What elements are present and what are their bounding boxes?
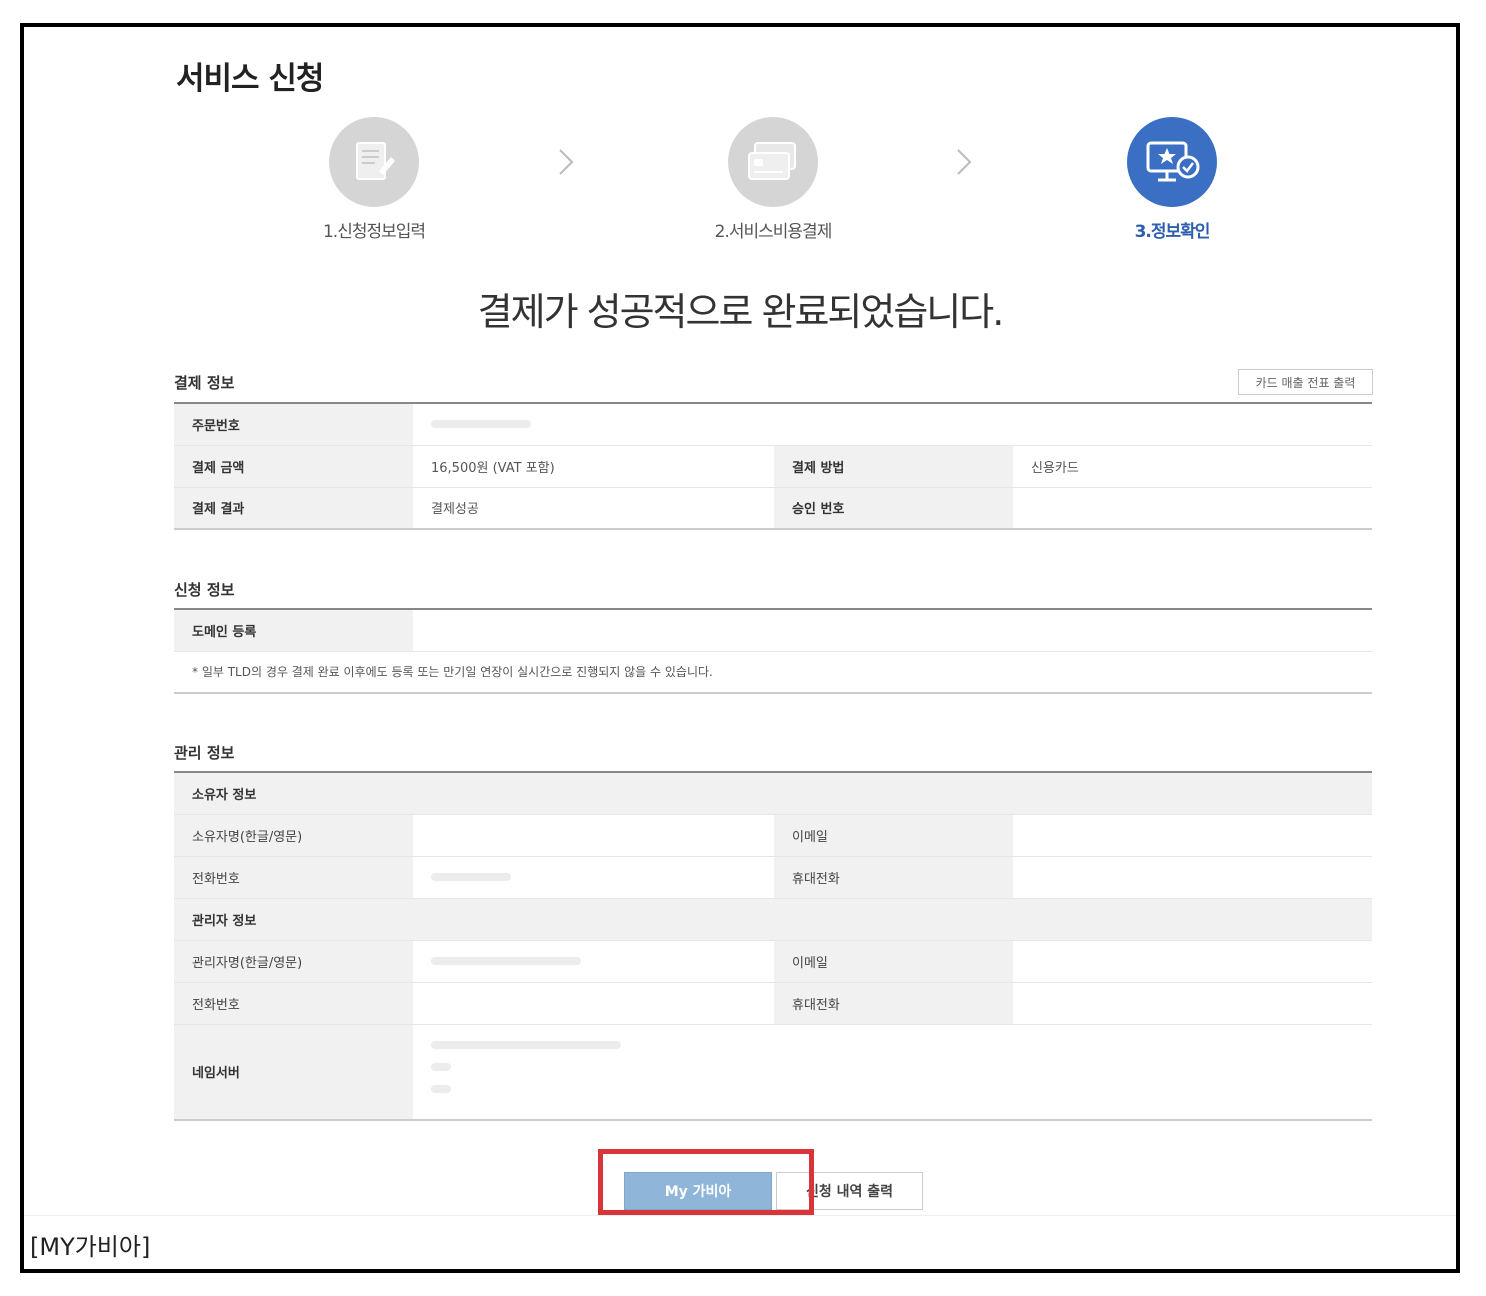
divider (24, 1215, 1456, 1216)
admin-phone-value (413, 982, 774, 1025)
admin-phone-label: 전화번호 (174, 982, 413, 1025)
result-value: 결제성공 (413, 487, 774, 530)
admin-mobile-value (1013, 982, 1372, 1025)
table-row: 결제 결과 결제성공 승인 번호 (174, 487, 1372, 530)
owner-name-value (413, 814, 774, 857)
payment-info-title: 결제 정보 (174, 374, 235, 392)
admin-name-value (413, 940, 774, 983)
admin-email-label: 이메일 (774, 940, 1013, 983)
owner-mobile-label: 휴대전화 (774, 856, 1013, 899)
method-label: 결제 방법 (774, 445, 1013, 488)
redacted-value (431, 1040, 621, 1049)
step-3: 3.정보확인 (1072, 117, 1272, 242)
redacted-value (431, 1084, 451, 1093)
step-2-label: 2.서비스비용결제 (714, 222, 833, 242)
management-info-table: 소유자 정보 소유자명(한글/영문) 이메일 전화번호 휴대전화 관리자 정보 … (174, 771, 1372, 1121)
success-headline: 결제가 성공적으로 완료되었습니다. (477, 290, 1005, 334)
owner-mobile-value (1013, 856, 1372, 899)
step-3-label: 3.정보확인 (1134, 222, 1211, 242)
domain-value (413, 609, 1372, 652)
credit-card-icon (728, 117, 818, 207)
table-row: 관리자명(한글/영문) 이메일 (174, 940, 1372, 983)
monitor-star-check-icon (1127, 117, 1217, 207)
card-receipt-button[interactable]: 카드 매출 전표 출력 (1238, 369, 1373, 395)
redacted-value (431, 872, 511, 881)
redacted-value (431, 419, 531, 428)
chevron-right-icon (957, 149, 972, 175)
domain-label: 도메인 등록 (174, 609, 413, 652)
chevron-right-icon (559, 149, 574, 175)
page-title: 서비스 신청 (176, 61, 324, 97)
caption: [MY가비아] (30, 1233, 151, 1261)
approval-label: 승인 번호 (774, 487, 1013, 530)
management-info-title: 관리 정보 (174, 744, 235, 762)
nameserver-label: 네임서버 (174, 1024, 413, 1121)
owner-section-header: 소유자 정보 (174, 772, 1372, 815)
table-row: 관리자 정보 (174, 898, 1372, 941)
table-row: 결제 금액 16,500원 (VAT 포함) 결제 방법 신용카드 (174, 445, 1372, 488)
payment-info-table: 주문번호 결제 금액 16,500원 (VAT 포함) 결제 방법 신용카드 결… (174, 402, 1372, 530)
table-row: 전화번호 휴대전화 (174, 982, 1372, 1025)
table-row: 소유자 정보 (174, 772, 1372, 815)
table-row: 전화번호 휴대전화 (174, 856, 1372, 899)
owner-name-label: 소유자명(한글/영문) (174, 814, 413, 857)
table-row: 도메인 등록 (174, 609, 1372, 652)
admin-email-value (1013, 940, 1372, 983)
redacted-value (431, 1062, 451, 1071)
amount-label: 결제 금액 (174, 445, 413, 488)
table-row: 소유자명(한글/영문) 이메일 (174, 814, 1372, 857)
result-label: 결제 결과 (174, 487, 413, 530)
step-2: 2.서비스비용결제 (673, 117, 873, 242)
document-edit-icon (329, 117, 419, 207)
tld-note: * 일부 TLD의 경우 결제 완료 이후에도 등록 또는 만기일 연장이 실시… (174, 651, 1372, 694)
owner-phone-value (413, 856, 774, 899)
nameserver-value (413, 1024, 1372, 1121)
order-number-label: 주문번호 (174, 403, 413, 446)
method-value: 신용카드 (1013, 445, 1372, 488)
step-1: 1.신청정보입력 (274, 117, 474, 242)
step-1-label: 1.신청정보입력 (322, 222, 426, 242)
table-row: 주문번호 (174, 403, 1372, 446)
table-row: * 일부 TLD의 경우 결제 완료 이후에도 등록 또는 만기일 연장이 실시… (174, 651, 1372, 694)
owner-email-value (1013, 814, 1372, 857)
amount-value: 16,500원 (VAT 포함) (413, 445, 774, 488)
screenshot-frame: 서비스 신청 1.신청정보입력 2.서비스비용결제 3.정보확인 결제가 성공적… (20, 23, 1460, 1273)
application-info-table: 도메인 등록 * 일부 TLD의 경우 결제 완료 이후에도 등록 또는 만기일… (174, 608, 1372, 694)
order-number-value (413, 403, 1372, 446)
admin-name-label: 관리자명(한글/영문) (174, 940, 413, 983)
highlight-box (598, 1149, 814, 1215)
redacted-value (431, 956, 581, 965)
admin-mobile-label: 휴대전화 (774, 982, 1013, 1025)
owner-email-label: 이메일 (774, 814, 1013, 857)
admin-section-header: 관리자 정보 (174, 898, 1372, 941)
table-row: 네임서버 (174, 1024, 1372, 1121)
owner-phone-label: 전화번호 (174, 856, 413, 899)
approval-value (1013, 487, 1372, 530)
application-info-title: 신청 정보 (174, 581, 235, 599)
